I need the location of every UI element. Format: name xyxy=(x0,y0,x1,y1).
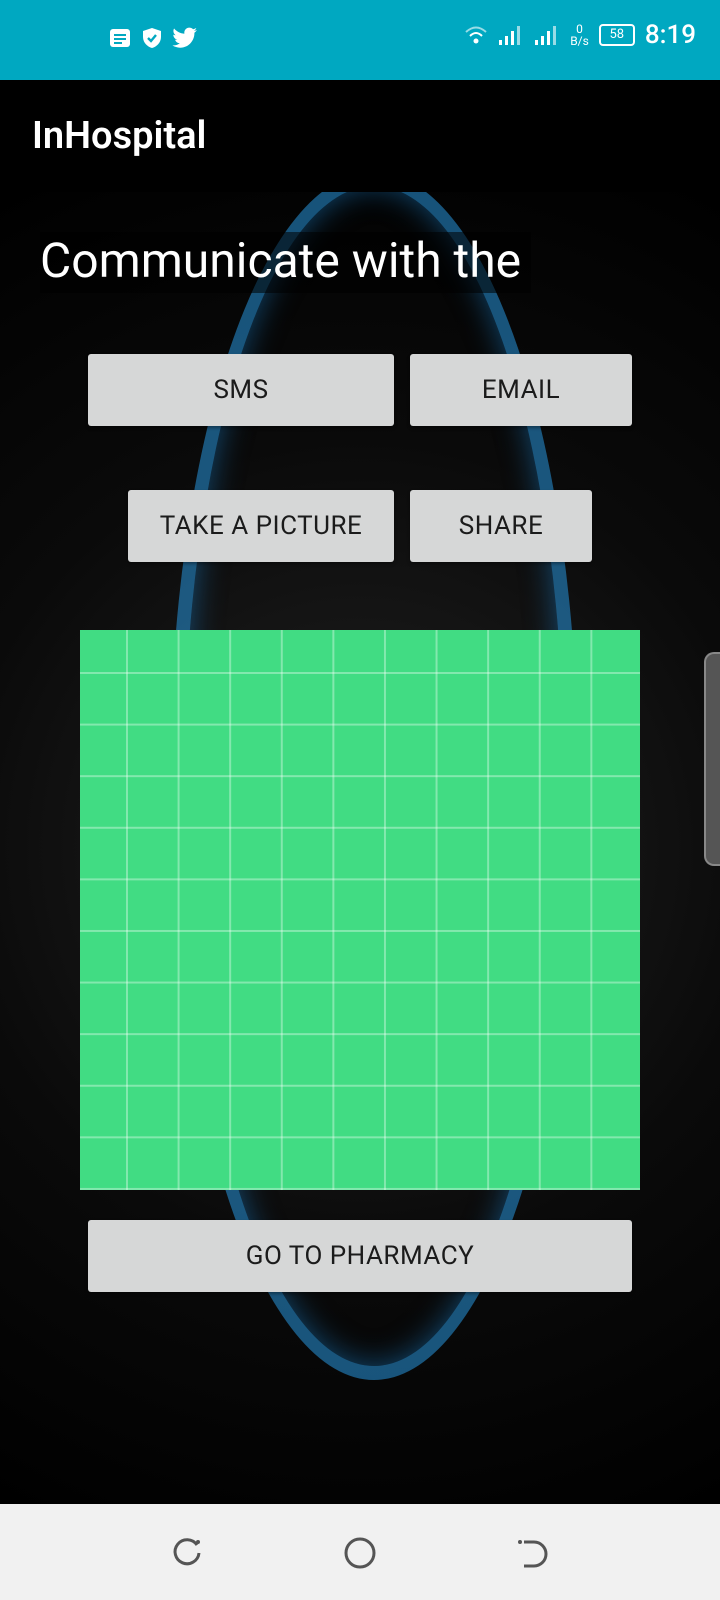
signal-icon xyxy=(498,24,524,46)
twitter-icon xyxy=(172,26,198,50)
app-bar: InHospital xyxy=(0,80,720,192)
sms-button[interactable]: SMS xyxy=(88,354,394,426)
email-button[interactable]: EMAIL xyxy=(410,354,632,426)
navigation-bar xyxy=(0,1504,720,1600)
signal-icon xyxy=(534,24,560,46)
status-bar: 0 B/s 58 8:19 xyxy=(0,0,720,80)
data-rate-indicator: 0 B/s xyxy=(570,23,589,47)
content-area: Communicate with the SMS EMAIL TAKE A PI… xyxy=(0,192,720,1504)
go-to-pharmacy-button[interactable]: GO TO PHARMACY xyxy=(88,1220,632,1292)
wifi-icon xyxy=(464,24,488,46)
recent-apps-icon[interactable] xyxy=(170,1536,204,1570)
status-right-icons: 0 B/s 58 8:19 xyxy=(464,20,696,50)
app-title: InHospital xyxy=(32,114,207,158)
back-icon[interactable] xyxy=(516,1536,550,1570)
notes-icon xyxy=(108,26,132,50)
data-rate-unit: B/s xyxy=(570,34,589,48)
edge-panel-handle[interactable] xyxy=(704,652,720,866)
home-icon[interactable] xyxy=(343,1536,377,1570)
share-button[interactable]: SHARE xyxy=(410,490,592,562)
status-left-icons xyxy=(108,26,198,50)
battery-indicator: 58 xyxy=(598,24,635,46)
shield-check-icon xyxy=(140,26,164,50)
take-picture-button[interactable]: TAKE A PICTURE xyxy=(128,490,394,562)
status-time: 8:19 xyxy=(644,20,696,50)
picture-preview xyxy=(80,630,640,1190)
page-headline: Communicate with the xyxy=(40,232,532,293)
